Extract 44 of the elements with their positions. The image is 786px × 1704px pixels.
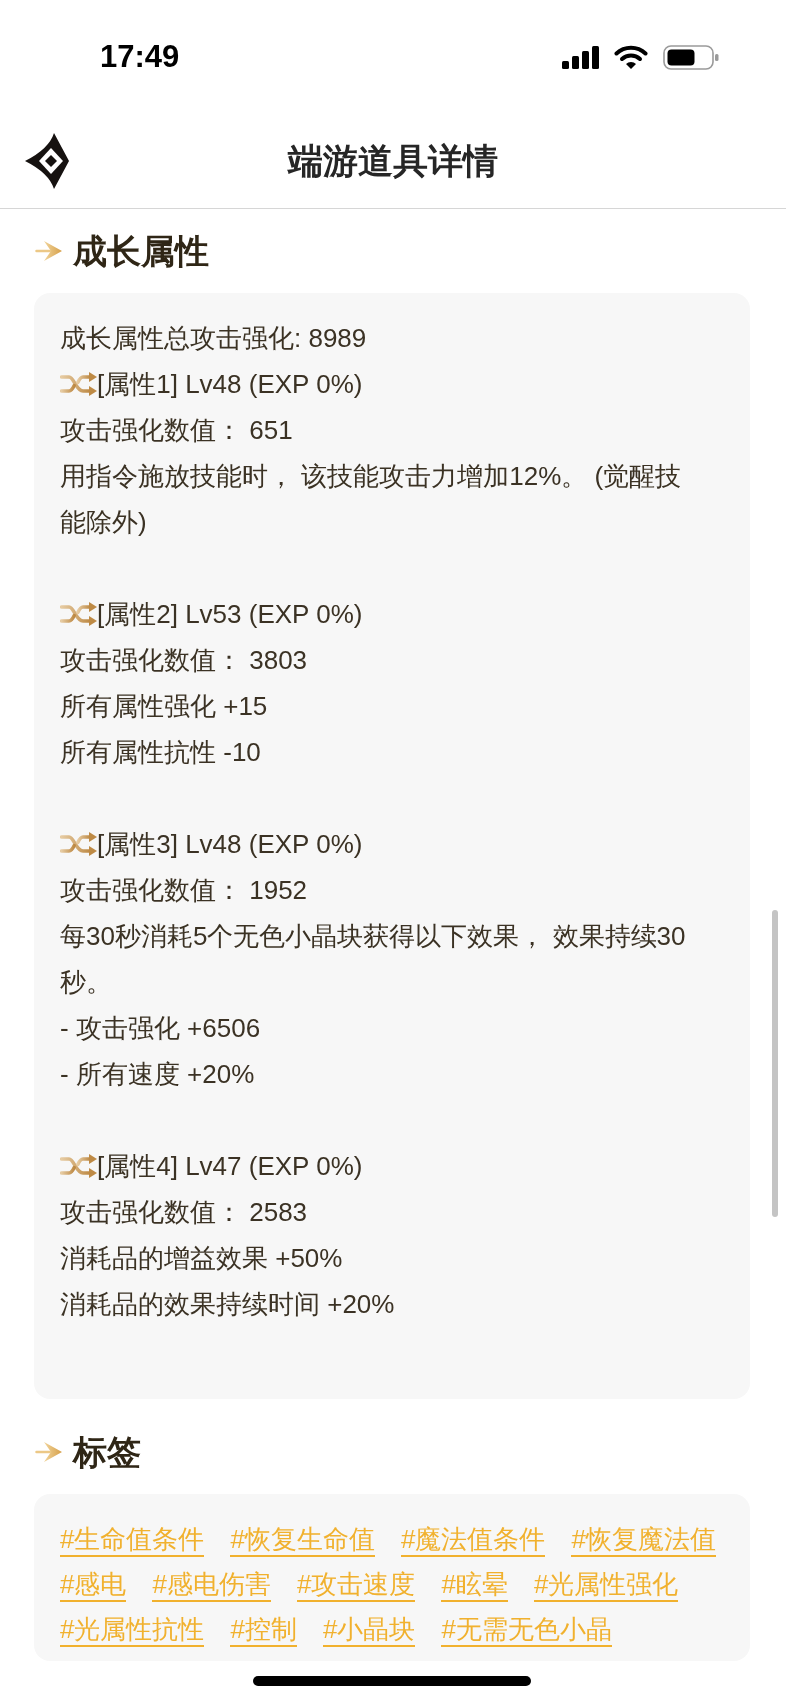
- section-title: 标签: [73, 1432, 141, 1473]
- tag-link[interactable]: #魔法值条件: [400, 1523, 546, 1557]
- wifi-icon: [614, 45, 648, 69]
- tag-link[interactable]: #眩晕: [441, 1568, 508, 1602]
- attribute-line: 每30秒消耗5个无色小晶块获得以下效果， 效果持续30秒。: [60, 920, 687, 999]
- attribute-summary: 成长属性总攻击强化: 8989: [60, 322, 368, 355]
- tag-link[interactable]: #小晶块: [322, 1613, 416, 1647]
- attribute-line: - 攻击强化 +6506: [60, 1012, 262, 1045]
- tag-link[interactable]: #感电: [60, 1568, 127, 1602]
- battery-icon: [663, 44, 719, 70]
- signal-icon: [562, 45, 599, 69]
- attribute-header: [属性4] Lv47 (EXP 0%): [97, 1150, 363, 1183]
- attribute-line: 用指令施放技能时， 该技能攻击力增加12%。 (觉醒技能除外): [60, 460, 683, 539]
- tag-link[interactable]: #恢复魔法值: [571, 1523, 716, 1557]
- section-title: 成长属性: [73, 231, 209, 272]
- shuffle-icon: [60, 372, 97, 396]
- tag-link[interactable]: #控制: [230, 1613, 297, 1647]
- tag-link[interactable]: #光属性抗性: [60, 1613, 205, 1647]
- attribute-header: [属性2] Lv53 (EXP 0%): [97, 598, 363, 631]
- status-time: 17:49: [100, 37, 180, 76]
- shuffle-icon: [60, 602, 97, 626]
- attribute-header: [属性3] Lv48 (EXP 0%): [97, 828, 363, 861]
- attribute-line: 消耗品的增益效果 +50%: [60, 1242, 344, 1275]
- tag-link[interactable]: #光属性强化: [533, 1568, 679, 1602]
- attribute-line: 所有属性抗性 -10: [60, 736, 262, 769]
- shuffle-icon: [60, 1154, 97, 1178]
- tag-link[interactable]: #生命值条件: [60, 1523, 205, 1557]
- diamond-logo-icon: [25, 133, 69, 189]
- attribute-line: 攻击强化数值： 3803: [60, 644, 309, 677]
- attribute-line: 攻击强化数值： 651: [60, 414, 294, 447]
- attribute-line: 攻击强化数值： 2583: [60, 1196, 309, 1229]
- arrow-icon: [35, 1441, 62, 1463]
- tag-link[interactable]: #感电伤害: [152, 1568, 271, 1602]
- attribute-line: 攻击强化数值： 1952: [60, 874, 309, 907]
- attribute-line: - 所有速度 +20%: [60, 1058, 256, 1091]
- shuffle-icon: [60, 832, 97, 856]
- page-title: 端游道具详情: [288, 139, 498, 182]
- tag-link[interactable]: #攻击速度: [296, 1568, 416, 1602]
- attribute-line: 消耗品的效果持续时间 +20%: [60, 1288, 396, 1321]
- attribute-line: 所有属性强化 +15: [60, 690, 269, 723]
- tag-link[interactable]: #无需无色小晶: [441, 1613, 612, 1647]
- attribute-header: [属性1] Lv48 (EXP 0%): [97, 368, 363, 401]
- arrow-icon: [35, 240, 62, 262]
- tag-link[interactable]: #恢复生命值: [230, 1523, 375, 1557]
